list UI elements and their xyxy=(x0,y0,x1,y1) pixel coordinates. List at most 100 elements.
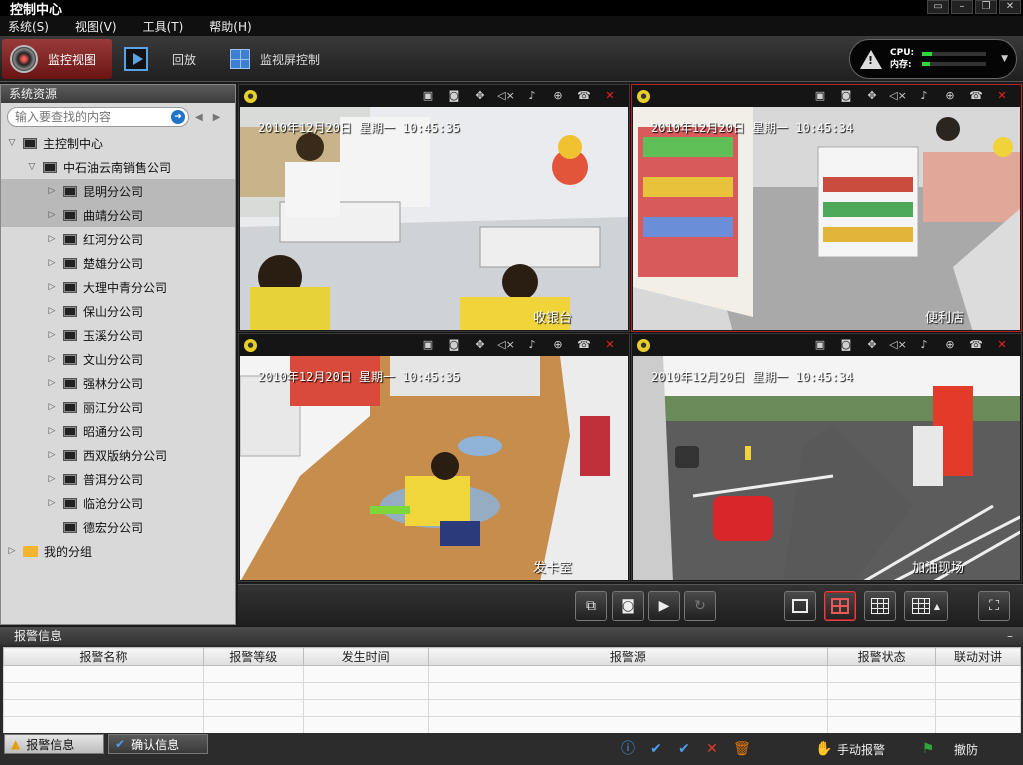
tree-branch[interactable]: ▷ 昆明分公司 xyxy=(1,179,235,203)
mute-icon[interactable]: ◁× xyxy=(497,338,515,352)
microphone-icon[interactable]: ♪ xyxy=(915,89,933,103)
prev-result-icon[interactable]: ◀ xyxy=(195,112,203,123)
column-header[interactable]: 报警名称 xyxy=(3,647,204,666)
expand-icon[interactable]: ▷ xyxy=(7,546,17,556)
wall-control-button[interactable]: 监视屏控制 xyxy=(222,39,342,79)
delete-icon[interactable]: ✕ xyxy=(704,741,720,757)
expand-icon[interactable]: ▷ xyxy=(47,210,57,220)
tree-my-group[interactable]: ▷ 我的分组 xyxy=(1,539,235,563)
expand-icon[interactable]: ▷ xyxy=(47,186,57,196)
expand-icon[interactable]: ▷ xyxy=(47,450,57,460)
tab-confirm-info[interactable]: ✔ 确认信息 xyxy=(108,734,208,754)
intercom-icon[interactable]: ☎ xyxy=(575,338,593,352)
expand-icon[interactable]: ▷ xyxy=(47,258,57,268)
close-icon[interactable]: ✕ xyxy=(993,338,1011,352)
close-icon[interactable]: ✕ xyxy=(993,89,1011,103)
column-header[interactable]: 报警状态 xyxy=(827,647,937,666)
check-icon[interactable]: ✔ xyxy=(648,741,664,757)
column-header[interactable]: 发生时间 xyxy=(302,647,429,666)
maximize-button[interactable]: ❐ xyxy=(975,0,997,14)
search-go-icon[interactable]: ➜ xyxy=(171,110,185,124)
video-pane[interactable]: ● ▣ ◙ ✥ ◁× ♪ ⊕ ☎ ✕ 2010年12月20日 星期一 10:45… xyxy=(631,333,1022,582)
zoom-icon[interactable]: ⊕ xyxy=(941,338,959,352)
expand-icon[interactable]: ▷ xyxy=(47,378,57,388)
menu-tools[interactable]: 工具(T) xyxy=(143,18,184,35)
expand-icon[interactable]: ▷ xyxy=(47,234,57,244)
tree-branch[interactable]: ▷ 红河分公司 xyxy=(1,227,235,251)
tree-branch[interactable]: ▷ 保山分公司 xyxy=(1,299,235,323)
mute-icon[interactable]: ◁× xyxy=(889,89,907,103)
table-row[interactable] xyxy=(3,665,1021,683)
ptz-icon[interactable]: ✥ xyxy=(863,338,881,352)
record-icon[interactable]: ▣ xyxy=(811,89,829,103)
zoom-icon[interactable]: ⊕ xyxy=(549,89,567,103)
check-all-icon[interactable]: ✔ xyxy=(676,741,692,757)
close-icon[interactable]: ✕ xyxy=(601,338,619,352)
next-result-icon[interactable]: ▶ xyxy=(213,112,221,123)
tree-branch[interactable]: ▷ 普洱分公司 xyxy=(1,467,235,491)
search-input[interactable] xyxy=(15,110,165,124)
menu-help[interactable]: 帮助(H) xyxy=(209,18,251,35)
close-button[interactable]: ✕ xyxy=(999,0,1021,14)
record-icon[interactable]: ▣ xyxy=(419,338,437,352)
tree-branch[interactable]: 德宏分公司 xyxy=(1,515,235,539)
intercom-icon[interactable]: ☎ xyxy=(967,89,985,103)
table-row[interactable] xyxy=(3,699,1021,717)
snapshot-icon[interactable]: ◙ xyxy=(837,338,855,352)
snapshot-icon[interactable]: ◙ xyxy=(445,338,463,352)
tree-branch[interactable]: ▷ 玉溪分公司 xyxy=(1,323,235,347)
layout-4-button[interactable] xyxy=(824,591,856,621)
video-pane[interactable]: ● ▣ ◙ ✥ ◁× ♪ ⊕ ☎ ✕ 2010年12月20日 星期一 10:45… xyxy=(238,333,630,582)
expand-icon[interactable]: ▷ xyxy=(47,330,57,340)
tree-branch[interactable]: ▷ 西双版纳分公司 xyxy=(1,443,235,467)
layout-1-button[interactable] xyxy=(784,591,816,621)
snapshot-icon[interactable]: ◙ xyxy=(837,89,855,103)
microphone-icon[interactable]: ♪ xyxy=(523,89,541,103)
manual-alarm-button[interactable]: 手动报警 xyxy=(837,741,885,758)
expand-icon[interactable]: ▷ xyxy=(47,402,57,412)
table-row[interactable] xyxy=(3,682,1021,700)
expand-icon[interactable]: ▷ xyxy=(47,474,57,484)
expand-icon[interactable]: ▷ xyxy=(47,354,57,364)
column-header[interactable]: 联动对讲 xyxy=(935,647,1021,666)
record-icon[interactable]: ▣ xyxy=(811,338,829,352)
layout-9-button[interactable] xyxy=(864,591,896,621)
snapshot-button[interactable]: ◙ xyxy=(612,591,644,621)
tab-alarm-info[interactable]: ▲ 报警信息 xyxy=(4,734,104,754)
microphone-icon[interactable]: ♪ xyxy=(915,338,933,352)
tree-branch[interactable]: ▷ 丽江分公司 xyxy=(1,395,235,419)
tree-branch[interactable]: ▷ 曲靖分公司 xyxy=(1,203,235,227)
ptz-icon[interactable]: ✥ xyxy=(471,89,489,103)
intercom-icon[interactable]: ☎ xyxy=(967,338,985,352)
monitor-view-button[interactable]: 监控视图 xyxy=(2,39,112,79)
mute-icon[interactable]: ◁× xyxy=(889,338,907,352)
menu-view[interactable]: 视图(V) xyxy=(75,18,117,35)
minimize-button[interactable]: – xyxy=(951,0,973,14)
minimize-panel-icon[interactable]: – xyxy=(1007,627,1013,645)
intercom-icon[interactable]: ☎ xyxy=(575,89,593,103)
ptz-icon[interactable]: ✥ xyxy=(471,338,489,352)
close-all-button[interactable]: ⧉ xyxy=(575,591,607,621)
tree-root[interactable]: ▽ 主控制中心 xyxy=(1,131,235,155)
tree-company[interactable]: ▽ 中石油云南销售公司 xyxy=(1,155,235,179)
tree-branch[interactable]: ▷ 楚雄分公司 xyxy=(1,251,235,275)
info-icon[interactable]: ⓘ xyxy=(620,741,636,757)
disarm-button[interactable]: 撤防 xyxy=(954,741,978,758)
video-pane[interactable]: ● ▣ ◙ ✥ ◁× ♪ ⊕ ☎ ✕ 2010年12月20日 星期一 10:45… xyxy=(238,84,630,332)
expand-icon[interactable]: ▷ xyxy=(47,306,57,316)
fullscreen-button[interactable]: ⛶ xyxy=(978,591,1010,621)
collapse-icon[interactable]: ▽ xyxy=(7,138,17,148)
collapse-icon[interactable]: ▽ xyxy=(27,162,37,172)
microphone-icon[interactable]: ♪ xyxy=(523,338,541,352)
zoom-icon[interactable]: ⊕ xyxy=(549,338,567,352)
mute-icon[interactable]: ◁× xyxy=(497,89,515,103)
tree-branch[interactable]: ▷ 大理中青分公司 xyxy=(1,275,235,299)
expand-icon[interactable]: ▷ xyxy=(47,426,57,436)
expand-icon[interactable]: ▷ xyxy=(47,282,57,292)
record-button[interactable]: ▶ xyxy=(648,591,680,621)
tree-branch[interactable]: ▷ 文山分公司 xyxy=(1,347,235,371)
snapshot-icon[interactable]: ◙ xyxy=(445,89,463,103)
close-icon[interactable]: ✕ xyxy=(601,89,619,103)
chevron-down-icon[interactable]: ▼ xyxy=(1001,54,1008,64)
column-header[interactable]: 报警等级 xyxy=(202,647,304,666)
